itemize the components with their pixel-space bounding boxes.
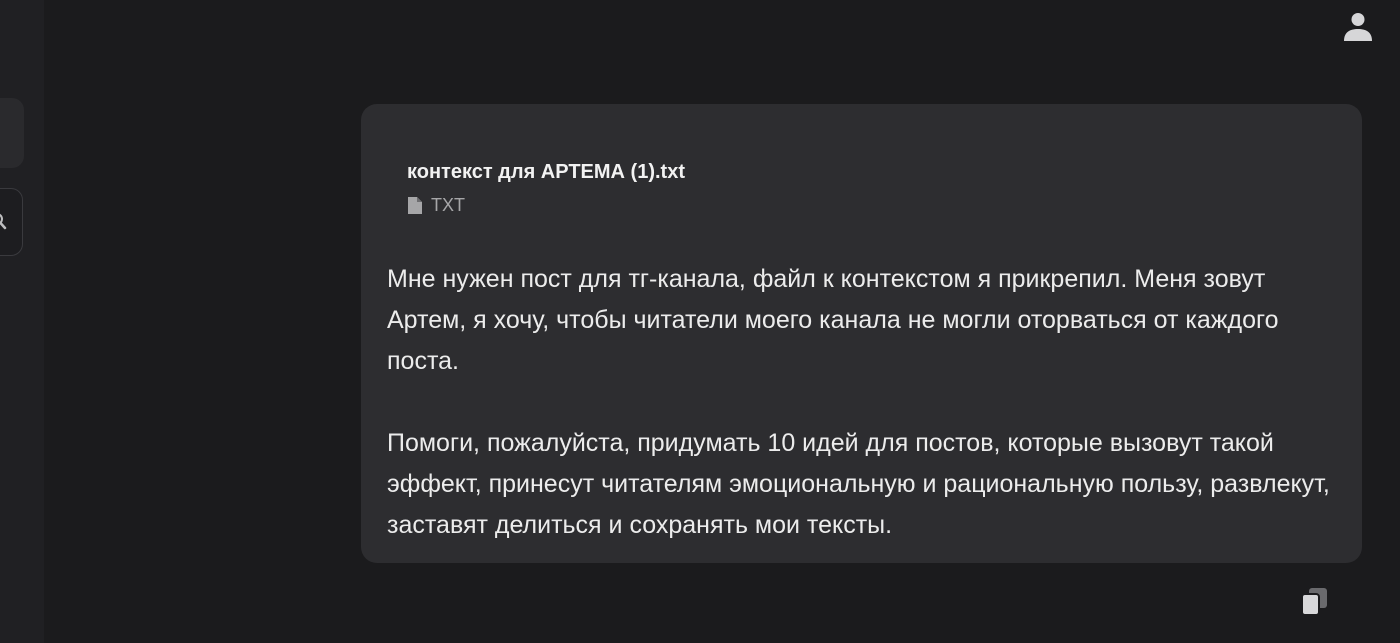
user-icon	[1344, 13, 1372, 41]
sidebar-search-button[interactable]	[0, 188, 23, 256]
attachment-file-type: TXT	[407, 194, 685, 216]
message-text: Мне нужен пост для тг-канала, файл к кон…	[387, 259, 1337, 546]
message-paragraph-1: Мне нужен пост для тг-канала, файл к кон…	[387, 265, 1279, 375]
user-message-bubble: контекст для АРТЕМА (1).txt TXT Мне нуже…	[361, 104, 1362, 563]
user-avatar[interactable]	[1342, 10, 1374, 42]
sidebar-new-chat-button[interactable]	[0, 98, 24, 168]
copy-icon	[1301, 588, 1327, 616]
attachment-file-name: контекст для АРТЕМА (1).txt	[407, 161, 685, 183]
file-attachment[interactable]: контекст для АРТЕМА (1).txt TXT	[407, 158, 685, 216]
chat-app: контекст для АРТЕМА (1).txt TXT Мне нуже…	[0, 0, 1400, 643]
sidebar	[0, 0, 44, 643]
search-icon	[0, 213, 7, 230]
attachment-type-label: TXT	[431, 195, 465, 215]
document-icon	[408, 196, 422, 214]
copy-button[interactable]	[1299, 585, 1331, 617]
message-paragraph-2: Помоги, пожалуйста, придумать 10 идей дл…	[387, 429, 1330, 539]
